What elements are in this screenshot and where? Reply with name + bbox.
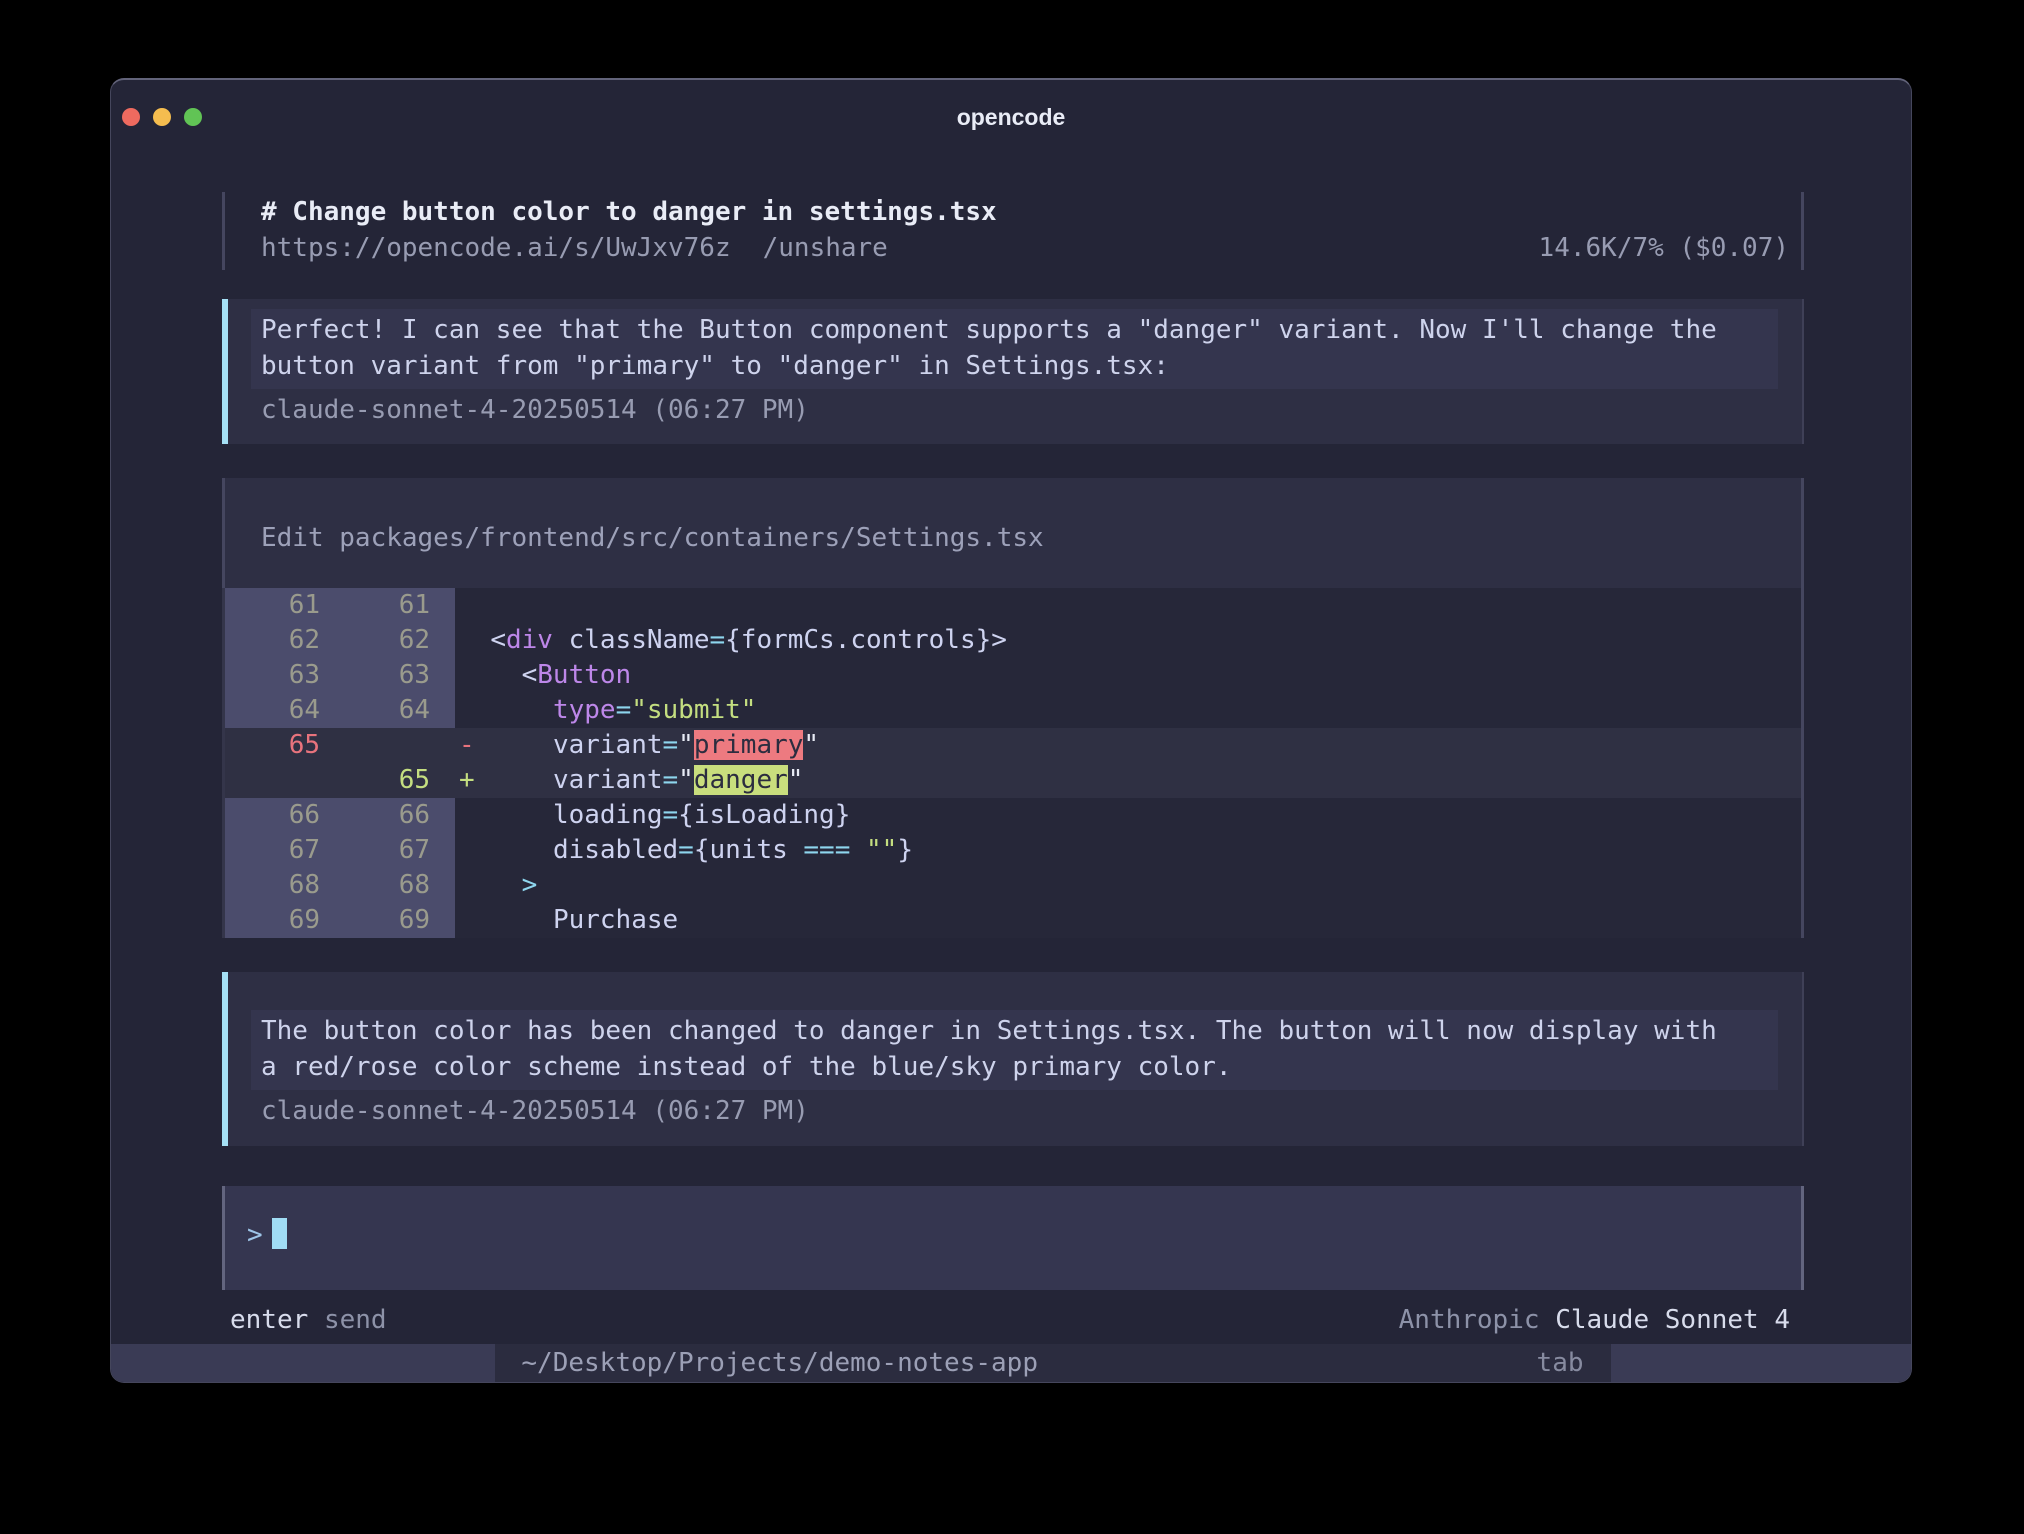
provider-name: Anthropic — [1399, 1305, 1540, 1335]
message-text: Perfect! I can see that the Button compo… — [251, 309, 1778, 389]
opencode-window: opencode # Change button color to danger… — [110, 78, 1912, 1383]
mode-badge[interactable]: BUILD MODE — [1611, 1344, 1911, 1382]
message-meta: claude-sonnet-4-20250514 (06:27 PM) — [261, 392, 1778, 428]
diff-row: 6161 — [225, 588, 1801, 623]
session-subline: https://opencode.ai/s/UwJxv76z /unshare … — [261, 230, 1789, 266]
text-cursor — [272, 1218, 287, 1249]
diff-code-line: <Button — [455, 658, 1801, 693]
app-version-badge: opencode v0.3.11 — [111, 1344, 495, 1382]
session-title: # Change button color to danger in setti… — [261, 194, 1789, 230]
diff-row: 6767 disabled={units === ""} — [225, 833, 1801, 868]
hint-action: send — [324, 1305, 387, 1335]
status-bar: opencode v0.3.11 ~/Desktop/Projects/demo… — [111, 1344, 1911, 1382]
line-number-gutter: 6969 — [225, 903, 455, 938]
message-meta: claude-sonnet-4-20250514 (06:27 PM) — [261, 1093, 1778, 1129]
line-number-gutter: 6363 — [225, 658, 455, 693]
diff-row: 65+ variant="danger" — [225, 763, 1801, 798]
hint-key: enter — [230, 1305, 308, 1335]
diff-row: 6363 <Button — [225, 658, 1801, 693]
model-indicator: Anthropic Claude Sonnet 4 — [1399, 1302, 1790, 1338]
line-number-gutter: 6464 — [225, 693, 455, 728]
unshare-command: /unshare — [763, 230, 888, 266]
send-hint: enter send — [230, 1302, 387, 1338]
diff-code-line: - variant="primary" — [455, 728, 1801, 763]
line-number-gutter: 6767 — [225, 833, 455, 868]
prompt-chevron: > — [247, 1220, 263, 1250]
line-number-gutter: 65 — [225, 763, 455, 798]
diff-row: 6262 <div className={formCs.controls}> — [225, 623, 1801, 658]
message-text: The button color has been changed to dan… — [251, 1010, 1778, 1090]
line-number-gutter: 6161 — [225, 588, 455, 623]
diff-code-line: > — [455, 868, 1801, 903]
assistant-message: The button color has been changed to dan… — [222, 972, 1804, 1146]
diff-row: 6464 type="submit" — [225, 693, 1801, 728]
diff-code-line: disabled={units === ""} — [455, 833, 1801, 868]
diff-row: 6969 Purchase — [225, 903, 1801, 938]
main-content: # Change button color to danger in setti… — [222, 192, 1804, 1338]
prompt-input[interactable]: > — [222, 1186, 1804, 1290]
hints-row: enter send Anthropic Claude Sonnet 4 — [222, 1302, 1804, 1338]
diff-code-line: Purchase — [455, 903, 1801, 938]
session-header: # Change button color to danger in setti… — [222, 192, 1804, 270]
model-name: Claude Sonnet 4 — [1555, 1305, 1790, 1335]
line-number-gutter: 65 — [225, 728, 455, 763]
diff-row: 6868 > — [225, 868, 1801, 903]
line-number-gutter: 6666 — [225, 798, 455, 833]
diff-code-line — [455, 588, 1801, 623]
diff-code-line: type="submit" — [455, 693, 1801, 728]
assistant-message: Perfect! I can see that the Button compo… — [222, 299, 1804, 444]
line-number-gutter: 6868 — [225, 868, 455, 903]
edit-tool-call: Edit packages/frontend/src/containers/Se… — [222, 478, 1804, 938]
diff-code-line: loading={isLoading} — [455, 798, 1801, 833]
diff-table: 6161 6262 <div className={formCs.control… — [222, 588, 1804, 938]
context-stats: 14.6K/7% ($0.07) — [1539, 230, 1789, 266]
edit-tool-header: Edit packages/frontend/src/containers/Se… — [222, 478, 1804, 588]
diff-code-line: <div className={formCs.controls}> — [455, 623, 1801, 658]
window-title: opencode — [111, 104, 1911, 131]
working-directory: ~/Desktop/Projects/demo-notes-app — [521, 1344, 1536, 1382]
share-url: https://opencode.ai/s/UwJxv76z — [261, 230, 731, 266]
title-bar: opencode — [111, 80, 1911, 192]
share-info: https://opencode.ai/s/UwJxv76z /unshare — [261, 230, 888, 266]
diff-row: 65- variant="primary" — [225, 728, 1801, 763]
diff-code-line: + variant="danger" — [455, 763, 1801, 798]
line-number-gutter: 6262 — [225, 623, 455, 658]
mode-switch-key-hint: tab — [1537, 1344, 1584, 1382]
diff-row: 6666 loading={isLoading} — [225, 798, 1801, 833]
